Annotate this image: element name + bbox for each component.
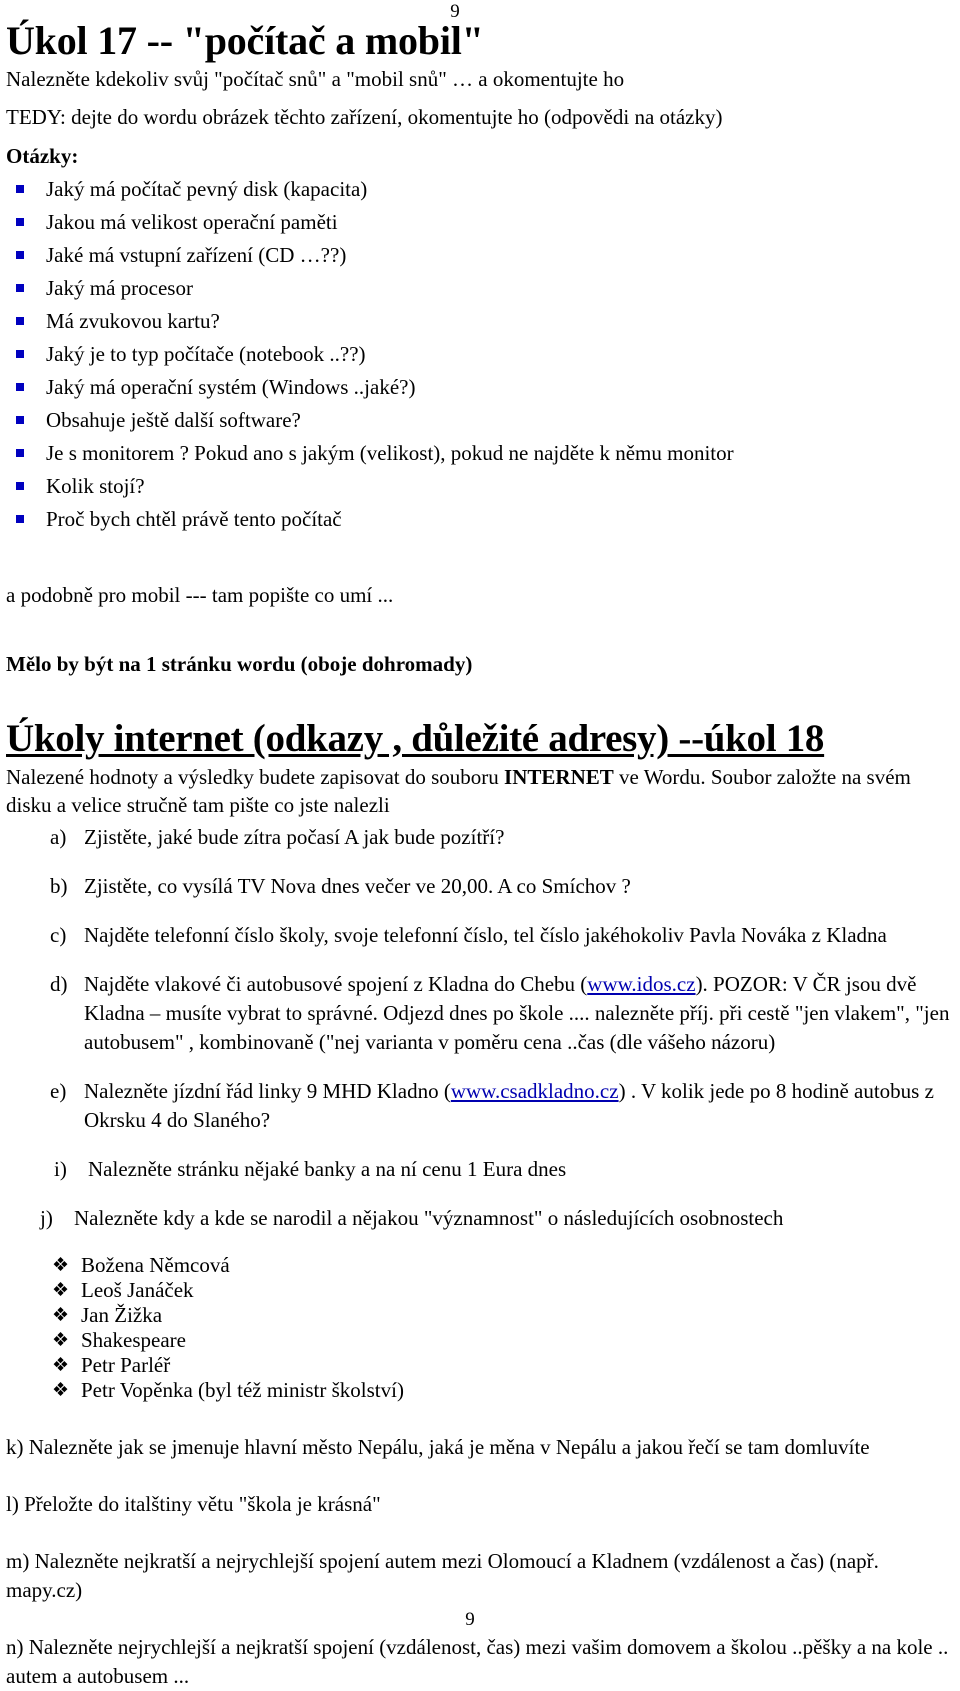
list-item: Jaké má vstupní zařízení (CD …??) (6, 241, 954, 269)
diamond-bullet-icon: ❖ (52, 1305, 70, 1326)
task-item-m: m) Nalezněte nejkratší a nejrychlejší sp… (6, 1549, 879, 1602)
task-item-n: n) Nalezněte nejrychlejší a nejkratší sp… (6, 1635, 949, 1688)
square-bullet-icon (16, 350, 24, 358)
list-item: Má zvukovou kartu? (6, 307, 954, 335)
one-page-note: Mělo by být na 1 stránku wordu (oboje do… (6, 652, 473, 676)
task18-intro-pre: Nalezené hodnoty a výsledky budete zapis… (6, 765, 505, 789)
page-title: Úkol 17 -- "počítač a mobil" (6, 18, 484, 63)
list-marker: b) (50, 874, 68, 898)
list-item: ❖ Petr Parléř (6, 1353, 954, 1378)
list-item: ❖ Leoš Janáček (6, 1278, 954, 1303)
people-list: ❖ Božena Němcová ❖ Leoš Janáček ❖ Jan Žižka… (6, 1253, 954, 1403)
diamond-bullet-icon: ❖ (52, 1355, 70, 1376)
list-marker: a) (50, 825, 67, 849)
list-marker: j) (40, 1206, 53, 1230)
list-item-a: a) Zjistěte, jaké bude zítra počasí A ja… (6, 823, 954, 852)
list-item: Obsahuje ještě další software? (6, 406, 954, 434)
list-item-label: Obsahuje ještě další software? (46, 408, 301, 432)
list-marker: c) (50, 923, 67, 947)
internet-task-list: a) Zjistěte, jaké bude zítra počasí A ja… (6, 823, 954, 1233)
list-item-c: c) Najděte telefonní číslo školy, svoje … (6, 921, 954, 950)
list-item-d: d) Najděte vlakové či autobusové spojení… (6, 970, 954, 1057)
list-item: ❖ Shakespeare (6, 1328, 954, 1353)
list-item-j: j) Nalezněte kdy a kde se narodil a něja… (0, 1204, 954, 1233)
link-idos-cz[interactable]: www.idos.cz (587, 972, 695, 996)
list-item-label: Shakespeare (81, 1328, 186, 1352)
list-marker: d) (50, 972, 68, 996)
page-footer-number: 9 (465, 1609, 475, 1630)
diamond-bullet-icon: ❖ (52, 1330, 70, 1351)
list-item: Jakou má velikost operační paměti (6, 208, 954, 236)
list-item-label: Nalezněte kdy a kde se narodil a nějakou… (74, 1206, 784, 1230)
square-bullet-icon (16, 416, 24, 424)
list-item: Jaký má operační systém (Windows ..jaké?… (6, 373, 954, 401)
square-bullet-icon (16, 218, 24, 226)
square-bullet-icon (16, 515, 24, 523)
list-item: Kolik stojí? (6, 472, 954, 500)
list-item-label: Kolik stojí? (46, 474, 145, 498)
questions-list: Jaký má počítač pevný disk (kapacita) Ja… (6, 175, 954, 533)
diamond-bullet-icon: ❖ (52, 1380, 70, 1401)
list-item-b: b) Zjistěte, co vysílá TV Nova dnes veče… (6, 872, 954, 901)
list-marker: i) (54, 1157, 67, 1181)
section-title-internet: Úkoly internet (odkazy , důležité adresy… (6, 717, 825, 760)
task18-intro-filename: INTERNET (504, 765, 614, 789)
square-bullet-icon (16, 251, 24, 259)
task-item-l: l) Přeložte do italštiny větu "škola je … (6, 1492, 381, 1516)
questions-label: Otázky: (6, 144, 79, 168)
list-item: Jaký je to typ počítače (notebook ..??) (6, 340, 954, 368)
square-bullet-icon (16, 185, 24, 193)
mobile-note: a podobně pro mobil --- tam popište co u… (6, 583, 394, 607)
list-item-i: i) Nalezněte stránku nějaké banky a na n… (6, 1155, 954, 1184)
list-item-label: Jakou má velikost operační paměti (46, 210, 338, 234)
diamond-bullet-icon: ❖ (52, 1280, 70, 1301)
square-bullet-icon (16, 449, 24, 457)
list-item-label: Proč bych chtěl právě tento počítač (46, 507, 342, 531)
list-item-label: Zjistěte, jaké bude zítra počasí A jak b… (84, 825, 505, 849)
list-item: Proč bych chtěl právě tento počítač (6, 505, 954, 533)
square-bullet-icon (16, 482, 24, 490)
list-item-label: Božena Němcová (81, 1253, 230, 1277)
link-csadkladno-cz[interactable]: www.csadkladno.cz (451, 1079, 619, 1103)
list-item-label: Zjistěte, co vysílá TV Nova dnes večer v… (84, 874, 631, 898)
list-item: Jaký má procesor (6, 274, 954, 302)
task-item-k: k) Nalezněte jak se jmenuje hlavní město… (6, 1435, 870, 1459)
list-item: Je s monitorem ? Pokud ano s jakým (veli… (6, 439, 954, 467)
document-page: 9 Úkol 17 -- "počítač a mobil" Nalezněte… (0, 0, 960, 1688)
square-bullet-icon (16, 317, 24, 325)
diamond-bullet-icon: ❖ (52, 1255, 70, 1276)
list-item: Jaký má počítač pevný disk (kapacita) (6, 175, 954, 203)
list-item: ❖ Jan Žižka (6, 1303, 954, 1328)
list-item-label: Jaké má vstupní zařízení (CD …??) (46, 243, 347, 267)
list-item-label: Jaký má procesor (46, 276, 193, 300)
list-item-text-pre: Najděte vlakové či autobusové spojení z … (84, 972, 588, 996)
list-item-label: Jaký má operační systém (Windows ..jaké?… (46, 375, 416, 399)
list-item-e: e) Nalezněte jízdní řád linky 9 MHD Klad… (6, 1077, 954, 1135)
list-item-label: Jan Žižka (81, 1303, 163, 1327)
list-item-label: Petr Vopěnka (byl též ministr školství) (81, 1378, 404, 1402)
square-bullet-icon (16, 383, 24, 391)
task17-lead-line-2: TEDY: dejte do wordu obrázek těchto zaří… (6, 105, 723, 129)
task18-intro: Nalezené hodnoty a výsledky budete zapis… (6, 763, 954, 819)
square-bullet-icon (16, 284, 24, 292)
list-item-label: Jaký má počítač pevný disk (kapacita) (46, 177, 368, 201)
list-item: ❖ Petr Vopěnka (byl též ministr školství) (6, 1378, 954, 1403)
list-item-label: Petr Parléř (81, 1353, 171, 1377)
list-item-label: Leoš Janáček (81, 1278, 194, 1302)
list-item-label: Nalezněte stránku nějaké banky a na ní c… (88, 1157, 567, 1181)
list-item-label: Má zvukovou kartu? (46, 309, 220, 333)
list-item-label: Je s monitorem ? Pokud ano s jakým (veli… (46, 441, 734, 465)
list-item: ❖ Božena Němcová (6, 1253, 954, 1278)
list-item-label: Najděte telefonní číslo školy, svoje tel… (84, 923, 887, 947)
list-item-label: Jaký je to typ počítače (notebook ..??) (46, 342, 366, 366)
task17-lead-line-1: Nalezněte kdekoliv svůj "počítač snů" a … (6, 67, 625, 91)
list-marker: e) (50, 1079, 67, 1103)
list-item-text-pre: Nalezněte jízdní řád linky 9 MHD Kladno … (84, 1079, 451, 1103)
